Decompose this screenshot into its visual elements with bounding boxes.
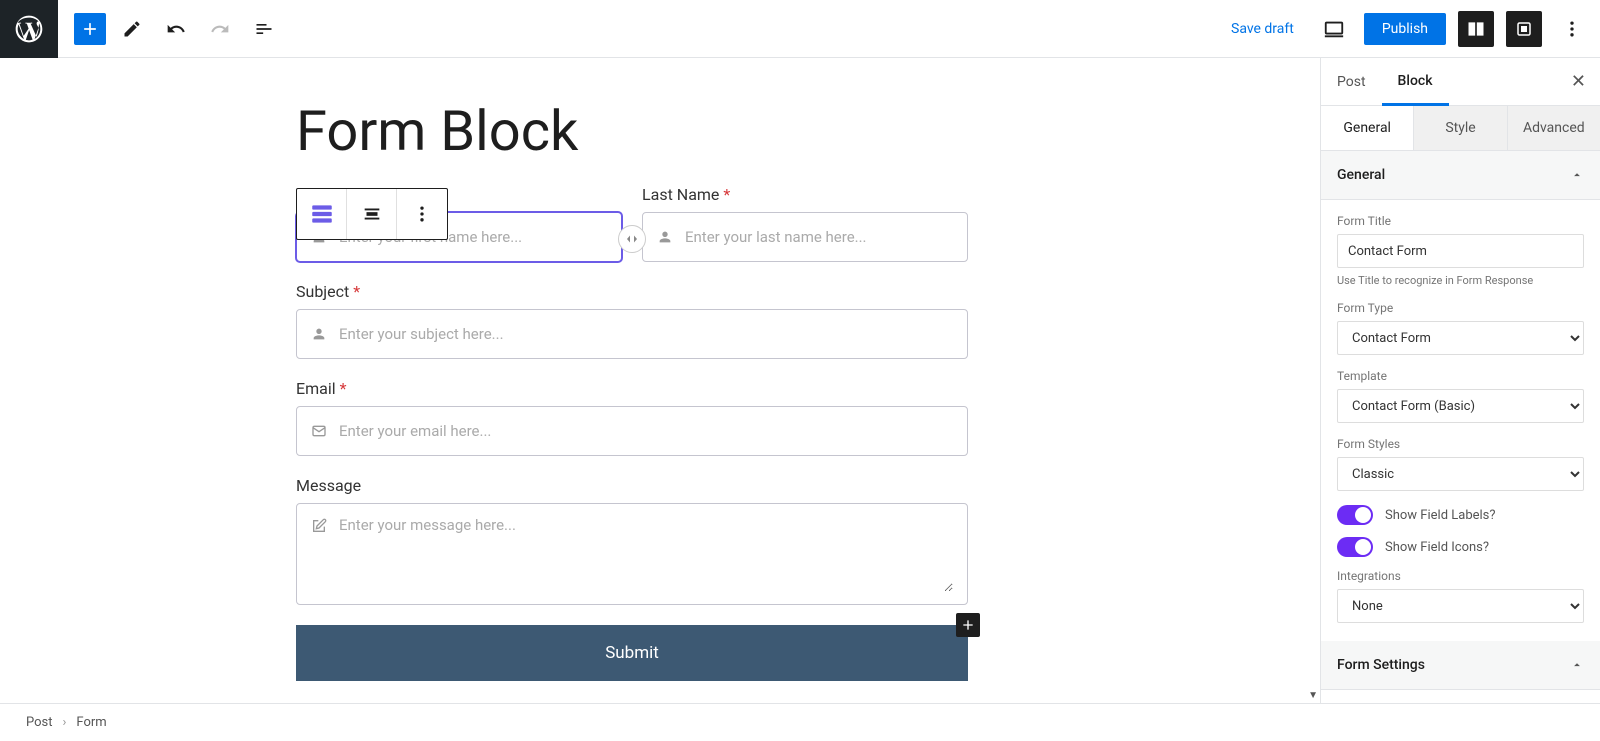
- show-field-labels-toggle[interactable]: [1337, 505, 1373, 525]
- form-type-select[interactable]: Contact Form: [1337, 321, 1584, 355]
- document-outline-icon[interactable]: [246, 11, 282, 47]
- last-name-label: Last Name *: [642, 185, 968, 204]
- message-input[interactable]: [339, 516, 953, 592]
- redo-icon[interactable]: [202, 11, 238, 47]
- align-icon[interactable]: [347, 189, 397, 239]
- panel-form-settings-head[interactable]: Form Settings: [1321, 641, 1600, 690]
- template-label: Template: [1337, 369, 1584, 383]
- subtab-general[interactable]: General: [1321, 106, 1414, 150]
- add-block-after-icon[interactable]: [956, 613, 980, 637]
- last-name-input[interactable]: [685, 228, 953, 246]
- form-block: First Name * Last Name *: [296, 185, 968, 681]
- editor-canvas[interactable]: ▲ Form Block First Name *: [0, 58, 1320, 703]
- tool-group-left: [58, 11, 282, 47]
- chevron-up-icon: [1570, 658, 1584, 672]
- subtab-advanced[interactable]: Advanced: [1508, 106, 1600, 150]
- submit-button[interactable]: Submit: [296, 625, 968, 681]
- form-styles-select[interactable]: Classic: [1337, 457, 1584, 491]
- edit-note-icon: [311, 518, 327, 534]
- publish-button[interactable]: Publish: [1364, 13, 1446, 45]
- wordpress-logo[interactable]: [0, 0, 58, 58]
- block-toolbar: [296, 188, 448, 240]
- block-more-icon[interactable]: [397, 189, 447, 239]
- form-styles-label: Form Styles: [1337, 437, 1584, 451]
- close-sidebar-icon[interactable]: ✕: [1557, 71, 1600, 92]
- template-select[interactable]: Contact Form (Basic): [1337, 389, 1584, 423]
- panel-general-body: Form Title Use Title to recognize in For…: [1321, 200, 1600, 641]
- save-draft-button[interactable]: Save draft: [1221, 15, 1304, 43]
- email-input[interactable]: [339, 422, 953, 440]
- tool-group-right: Save draft Publish: [1221, 11, 1600, 47]
- plugin-panel-toggle[interactable]: [1506, 11, 1542, 47]
- show-field-icons-label: Show Field Icons?: [1385, 540, 1489, 555]
- add-block-button[interactable]: [74, 13, 106, 45]
- integrations-label: Integrations: [1337, 569, 1584, 583]
- subtab-style[interactable]: Style: [1414, 106, 1507, 150]
- breadcrumb-form[interactable]: Form: [76, 715, 106, 730]
- breadcrumb-sep-icon: ›: [63, 715, 67, 730]
- integrations-select[interactable]: None: [1337, 589, 1584, 623]
- user-icon: [311, 326, 327, 342]
- panel-general-head[interactable]: General: [1321, 151, 1600, 200]
- form-title-label: Form Title: [1337, 214, 1584, 228]
- envelope-icon: [311, 423, 327, 439]
- chevron-up-icon: [1570, 168, 1584, 182]
- settings-sidebar-toggle[interactable]: [1458, 11, 1494, 47]
- form-block-icon[interactable]: [297, 189, 347, 239]
- edit-icon[interactable]: [114, 11, 150, 47]
- panel-form-settings-title: Form Settings: [1337, 657, 1425, 673]
- message-label: Message: [296, 476, 968, 495]
- scroll-down-arrow-icon: ▼: [1308, 690, 1318, 701]
- tab-post[interactable]: Post: [1321, 60, 1382, 104]
- email-label: Email *: [296, 379, 968, 398]
- sidebar-tabs: Post Block ✕: [1321, 58, 1600, 106]
- form-title-input[interactable]: [1337, 234, 1584, 268]
- editor-topbar: Save draft Publish: [0, 0, 1600, 58]
- column-resize-handle[interactable]: [618, 225, 646, 253]
- form-title-hint: Use Title to recognize in Form Response: [1337, 274, 1584, 287]
- undo-icon[interactable]: [158, 11, 194, 47]
- preview-device-icon[interactable]: [1316, 11, 1352, 47]
- page-title[interactable]: Form Block: [296, 98, 1320, 165]
- last-name-field[interactable]: [642, 212, 968, 262]
- tab-block[interactable]: Block: [1382, 59, 1449, 106]
- user-icon: [657, 229, 673, 245]
- settings-sidebar: Post Block ✕ General Style Advanced Gene…: [1320, 58, 1600, 703]
- show-field-icons-toggle[interactable]: [1337, 537, 1373, 557]
- subject-field[interactable]: [296, 309, 968, 359]
- subject-input[interactable]: [339, 325, 953, 343]
- more-menu-icon[interactable]: [1554, 11, 1590, 47]
- form-type-label: Form Type: [1337, 301, 1584, 315]
- subject-label: Subject *: [296, 282, 968, 301]
- email-field[interactable]: [296, 406, 968, 456]
- editor-footer: Post › Form: [0, 703, 1600, 741]
- breadcrumb-post[interactable]: Post: [26, 715, 53, 730]
- block-subtabs: General Style Advanced: [1321, 106, 1600, 151]
- show-field-labels-label: Show Field Labels?: [1385, 508, 1496, 523]
- panel-general-title: General: [1337, 167, 1385, 183]
- message-field[interactable]: [296, 503, 968, 605]
- editor-main: ▲ Form Block First Name *: [0, 58, 1600, 703]
